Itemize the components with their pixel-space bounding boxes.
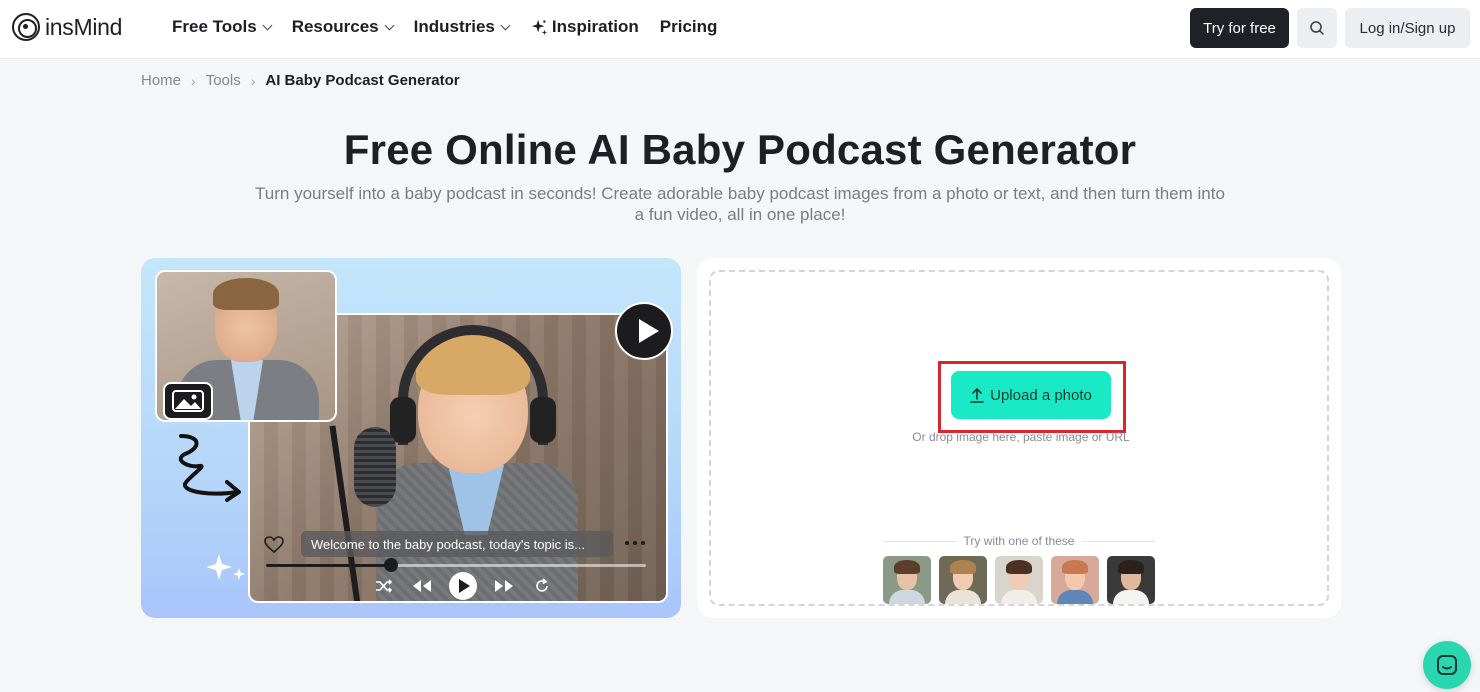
logo-mark-icon	[12, 13, 40, 41]
image-icon	[163, 382, 213, 420]
nav-industries[interactable]: Industries	[413, 17, 511, 37]
microphone-icon	[354, 427, 396, 507]
login-signup-button[interactable]: Log in/Sign up	[1345, 8, 1470, 48]
demo-preview-card: Welcome to the baby podcast, today's top…	[141, 258, 681, 618]
chat-support-button[interactable]	[1423, 641, 1471, 689]
breadcrumb-home[interactable]: Home	[141, 72, 181, 89]
heart-icon[interactable]	[264, 536, 284, 554]
breadcrumb: Home › Tools › AI Baby Podcast Generator	[141, 72, 460, 89]
source-portrait	[155, 270, 337, 422]
sparkles-icon	[206, 554, 245, 580]
progress-fill	[266, 564, 392, 567]
fast-forward-icon[interactable]	[493, 575, 515, 597]
nav-inspiration[interactable]: Inspiration	[530, 17, 639, 37]
search-icon	[1310, 21, 1324, 35]
breadcrumb-separator-icon: ›	[250, 72, 256, 89]
breadcrumb-current: AI Baby Podcast Generator	[265, 72, 460, 89]
nav-pricing-label: Pricing	[659, 17, 718, 36]
play-video-button[interactable]	[615, 302, 673, 360]
sample-images	[883, 556, 1155, 604]
sample-woman-2[interactable]	[995, 556, 1043, 604]
sparkle-icon	[531, 19, 547, 36]
nav-resources[interactable]: Resources	[291, 17, 395, 37]
player-play-button[interactable]	[449, 572, 477, 600]
squiggle-arrow-icon	[178, 434, 241, 502]
try-samples-label: Try with one of these	[963, 534, 1075, 548]
repeat-icon[interactable]	[531, 575, 553, 597]
nav-free-tools-label: Free Tools	[172, 17, 257, 36]
insmind-logo[interactable]: insMind	[12, 13, 122, 41]
upload-panel: Upload a photo Or drop image here, paste…	[697, 258, 1341, 618]
try-for-free-button[interactable]: Try for free	[1190, 8, 1289, 48]
upload-photo-button[interactable]: Upload a photo	[951, 371, 1111, 419]
sample-woman-3[interactable]	[1051, 556, 1099, 604]
nav-resources-label: Resources	[291, 17, 379, 36]
chat-icon	[1437, 655, 1457, 675]
sample-man-1[interactable]	[883, 556, 931, 604]
search-button[interactable]	[1297, 8, 1337, 48]
nav-free-tools[interactable]: Free Tools	[172, 17, 273, 37]
page-subtitle: Turn yourself into a baby podcast in sec…	[255, 184, 1225, 224]
nav-industries-label: Industries	[413, 17, 495, 36]
sample-man-2[interactable]	[1107, 556, 1155, 604]
chevron-down-icon	[262, 20, 273, 30]
chevron-down-icon	[500, 20, 511, 30]
top-header: insMind Free Tools Resources Industries …	[0, 0, 1480, 59]
chevron-down-icon	[384, 20, 395, 30]
player-controls	[373, 572, 553, 600]
logo-text: insMind	[45, 13, 123, 40]
main-nav: Free Tools Resources Industries Inspirat…	[172, 15, 738, 39]
page-title: Free Online AI Baby Podcast Generator	[343, 126, 1137, 173]
sample-woman-1[interactable]	[939, 556, 987, 604]
upload-photo-label: Upload a photo	[990, 386, 1092, 404]
breadcrumb-separator-icon: ›	[191, 72, 196, 89]
shuffle-icon[interactable]	[373, 575, 395, 597]
sample-divider: Try with one of these	[883, 534, 1156, 548]
upload-icon	[970, 388, 984, 403]
drop-hint: Or drop image here, paste image or URL	[912, 430, 1130, 444]
nav-inspiration-label: Inspiration	[551, 17, 639, 36]
more-options-icon[interactable]	[625, 538, 649, 548]
playback-progress-bar[interactable]	[266, 558, 646, 572]
image-dropzone[interactable]: Upload a photo Or drop image here, paste…	[709, 270, 1329, 606]
nav-pricing[interactable]: Pricing	[660, 17, 718, 37]
breadcrumb-tools[interactable]: Tools	[206, 72, 241, 89]
podcast-caption: Welcome to the baby podcast, today's top…	[301, 531, 613, 557]
rewind-icon[interactable]	[411, 575, 433, 597]
